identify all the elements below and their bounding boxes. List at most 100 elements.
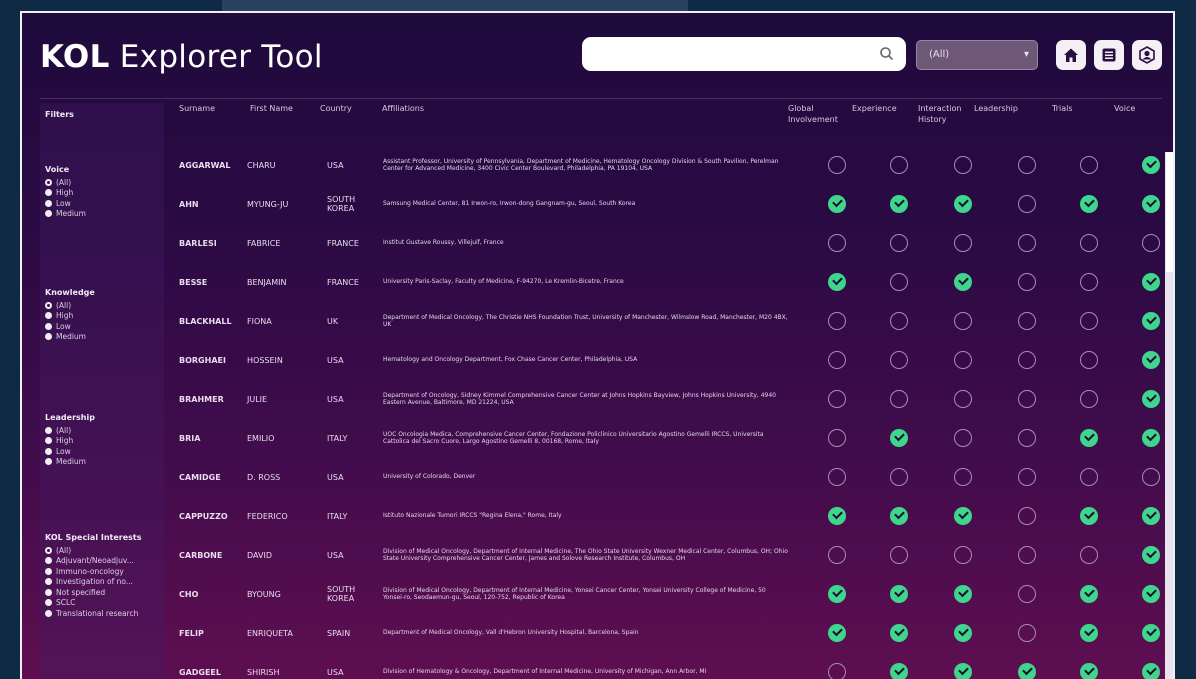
filter-option[interactable]: Low: [45, 446, 95, 457]
table-row[interactable]: CARBONE DAVID USA Division of Medical Oncol…: [172, 536, 1164, 574]
check-circle-icon: [1142, 156, 1160, 174]
table-row[interactable]: CAPPUZZO FEDERICO ITALY Istituto Nazionale …: [172, 497, 1164, 535]
column-header-leadership[interactable]: Leadership: [974, 103, 1018, 114]
table-row[interactable]: BLACKHALL FIONA UK Department of Medical On…: [172, 302, 1164, 340]
filter-option[interactable]: High: [45, 311, 95, 322]
empty-circle-icon: [1018, 195, 1036, 213]
radio[interactable]: [45, 210, 52, 218]
profile-icon: [1139, 46, 1155, 64]
radio[interactable]: [45, 447, 52, 455]
filter-option[interactable]: (All): [45, 300, 95, 311]
home-button[interactable]: [1056, 40, 1086, 70]
radio[interactable]: [45, 578, 52, 586]
table-row[interactable]: BRIA EMILIO ITALY UOC Oncologia Medica, Com…: [172, 419, 1164, 457]
table-row[interactable]: AGGARWAL CHARU USA Assistant Professor, Uni…: [172, 146, 1164, 184]
table-row[interactable]: BESSE BENJAMIN FRANCE University Paris-Sacl…: [172, 263, 1164, 301]
radio[interactable]: [45, 322, 52, 330]
check-circle-icon: [890, 429, 908, 447]
column-header-country[interactable]: Country: [320, 103, 352, 114]
table-row[interactable]: BARLESI FABRICE FRANCE Institut Gustave Rou…: [172, 224, 1164, 262]
cell-country: SOUTH KOREA: [327, 585, 356, 603]
search-input[interactable]: [582, 37, 906, 71]
check-circle-icon: [828, 273, 846, 291]
column-header-global-involvement[interactable]: Global Involvement: [788, 103, 846, 125]
radio-selected[interactable]: [45, 546, 52, 554]
empty-circle-icon: [890, 468, 908, 486]
radio[interactable]: [45, 588, 52, 596]
filters-sidebar: Filters Voice (All) High Low Medium Know…: [40, 103, 164, 679]
radio[interactable]: [45, 458, 52, 466]
cell-country: FRANCE: [327, 238, 359, 248]
column-header-affiliations[interactable]: Affiliations: [382, 103, 424, 114]
cell-aff: UOC Oncologia Medica, Comprehensive Canc…: [383, 430, 764, 446]
radio[interactable]: [45, 426, 52, 434]
empty-circle-icon: [828, 156, 846, 174]
filter-option[interactable]: SCLC: [45, 598, 142, 609]
radio[interactable]: [45, 189, 52, 197]
empty-circle-icon: [828, 312, 846, 330]
cell-first: BYOUNG: [247, 589, 281, 599]
radio-selected[interactable]: [45, 178, 52, 186]
column-header-voice[interactable]: Voice: [1114, 103, 1135, 114]
list-button[interactable]: [1094, 40, 1124, 70]
filter-option[interactable]: (All): [45, 177, 86, 188]
empty-circle-icon: [954, 468, 972, 486]
check-circle-icon: [828, 195, 846, 213]
filter-option[interactable]: Low: [45, 198, 86, 209]
filter-option[interactable]: (All): [45, 545, 142, 556]
radio[interactable]: [45, 609, 52, 617]
empty-circle-icon: [1080, 468, 1098, 486]
table-row[interactable]: FELIP ENRIQUETA SPAIN Department of Medical…: [172, 614, 1164, 652]
column-header-first-name[interactable]: First Name: [250, 103, 293, 114]
dashboard-frame: KOL Explorer Tool (All) ▾ Filters Voice …: [20, 11, 1175, 679]
cell-aff: University Paris-Saclay, Faculty of Medi…: [383, 278, 624, 286]
profile-button[interactable]: [1132, 40, 1162, 70]
filter-option[interactable]: (All): [45, 425, 95, 436]
filter-knowledge: Knowledge (All) High Low Medium: [45, 288, 95, 342]
empty-circle-icon: [828, 663, 846, 679]
empty-circle-icon: [1018, 429, 1036, 447]
column-header-trials[interactable]: Trials: [1052, 103, 1073, 114]
table-row[interactable]: BRAHMER JULIE USA Department of Oncology, S…: [172, 380, 1164, 418]
cell-first: JULIE: [247, 394, 268, 404]
filter-option[interactable]: Investigation of no...: [45, 577, 142, 588]
empty-circle-icon: [1018, 234, 1036, 252]
check-circle-icon: [1080, 429, 1098, 447]
filter-option[interactable]: Medium: [45, 332, 95, 343]
column-header-surname[interactable]: Surname: [179, 103, 215, 114]
table-row[interactable]: CHO BYOUNG SOUTH KOREA Division of Medical …: [172, 575, 1164, 613]
radio-selected[interactable]: [45, 301, 52, 309]
radio[interactable]: [45, 557, 52, 565]
filter-option[interactable]: Medium: [45, 457, 95, 468]
filters-title: Filters: [45, 110, 74, 119]
filter-option[interactable]: Immuno-oncology: [45, 566, 142, 577]
cell-country: SOUTH KOREA: [327, 195, 356, 213]
cell-first: BENJAMIN: [247, 277, 287, 287]
radio[interactable]: [45, 599, 52, 607]
filter-option[interactable]: Low: [45, 321, 95, 332]
radio[interactable]: [45, 199, 52, 207]
filter-option[interactable]: Medium: [45, 209, 86, 220]
table-row[interactable]: GADGEEL SHIRISH USA Division of Hematology …: [172, 653, 1164, 679]
column-header-experience[interactable]: Experience: [852, 103, 897, 114]
radio[interactable]: [45, 312, 52, 320]
table-row[interactable]: BORGHAEI HOSSEIN USA Hematology and Oncolog…: [172, 341, 1164, 379]
radio[interactable]: [45, 567, 52, 575]
scrollbar-thumb[interactable]: [1166, 152, 1173, 272]
filter-option[interactable]: Not specified: [45, 587, 142, 598]
filter-option[interactable]: High: [45, 436, 95, 447]
vertical-scrollbar[interactable]: [1165, 152, 1173, 679]
cell-surname: BLACKHALL: [179, 316, 232, 326]
filter-dropdown[interactable]: (All) ▾: [916, 40, 1038, 70]
table-row[interactable]: AHN MYUNG-JU SOUTH KOREA Samsung Medical Ce…: [172, 185, 1164, 223]
search-icon[interactable]: [878, 45, 896, 63]
radio[interactable]: [45, 437, 52, 445]
empty-circle-icon: [890, 234, 908, 252]
cell-first: SHIRISH: [247, 667, 280, 677]
table-row[interactable]: CAMIDGE D. ROSS USA University of Colorado,…: [172, 458, 1164, 496]
filter-option[interactable]: High: [45, 188, 86, 199]
filter-option[interactable]: Translational research: [45, 608, 142, 619]
column-header-interaction-history[interactable]: Interaction History: [918, 103, 966, 125]
filter-option[interactable]: Adjuvant/Neoadjuv...: [45, 556, 142, 567]
radio[interactable]: [45, 333, 52, 341]
